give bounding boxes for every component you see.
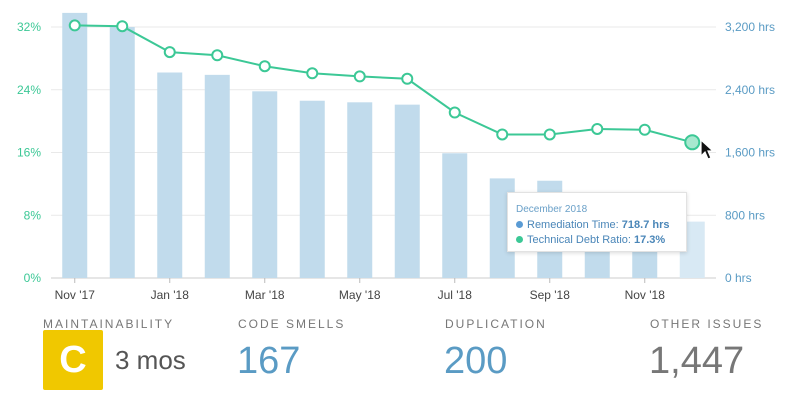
tooltip-row-remediation: Remediation Time: 718.7 hrs [516,219,678,231]
tooltip-remediation-value: 718.7 hrs [621,219,670,231]
y-left-tick-label: 8% [24,208,42,222]
debt-ratio-point [401,72,414,85]
remediation-bar [442,153,468,278]
debt-ratio-point [638,123,651,136]
duplication-value[interactable]: 200 [444,340,507,383]
code-smells-label: CODE SMELLS [238,317,346,331]
remediation-bar [204,74,230,278]
maintainability-value[interactable]: 3 mos [115,345,186,376]
y-right-tick-label: 1,600 hrs [725,146,775,160]
chart-tooltip: December 2018 Remediation Time: 718.7 hr… [507,192,687,252]
debt-ratio-point [496,128,509,141]
tooltip-date: December 2018 [516,204,588,215]
debt-ratio-point [353,70,366,83]
tooltip-debt-ratio-label: Technical Debt Ratio: [527,234,631,246]
remediation-bar [62,12,88,278]
y-right-tick-label: 0 hrs [725,271,752,285]
debt-ratio-point [306,67,319,80]
y-left-tick-label: 24% [17,83,41,97]
remediation-bar [109,27,135,278]
debt-ratio-point [116,20,129,33]
remediation-bar [394,104,420,278]
remediation-bar [347,102,373,278]
debt-ratio-point [211,49,224,62]
remediation-bar [157,72,183,279]
debt-ratio-point [591,122,604,135]
x-tick-label: May '18 [339,288,381,302]
other-issues-label: OTHER ISSUES [650,317,764,331]
debt-ratio-point-active [684,134,701,151]
x-tick-label: Mar '18 [245,288,285,302]
remediation-bar [299,100,325,278]
maintainability-grade-badge[interactable]: C [43,330,103,390]
y-right-tick-label: 800 hrs [725,208,765,222]
tooltip-row-debt-ratio: Technical Debt Ratio: 17.3% [516,234,678,246]
duplication-label: DUPLICATION [445,317,547,331]
y-left-tick-label: 0% [24,271,42,285]
y-left-tick-label: 16% [17,146,41,160]
x-tick-label: Sep '18 [530,288,571,302]
remediation-legend-dot-icon [516,221,523,228]
code-smells-value[interactable]: 167 [237,340,300,383]
debt-ratio-legend-dot-icon [516,236,523,243]
debt-ratio-point [68,19,81,32]
debt-ratio-point [163,46,176,59]
x-tick-label: Jan '18 [151,288,190,302]
y-left-tick-label: 32% [17,20,41,34]
x-tick-label: Nov '17 [55,288,96,302]
debt-ratio-point [258,60,271,73]
tooltip-debt-ratio-value: 17.3% [634,234,666,246]
mouse-pointer-icon [700,139,715,160]
debt-ratio-point [448,106,461,119]
x-tick-label: Jul '18 [438,288,473,302]
tooltip-remediation-label: Remediation Time: [527,219,619,231]
x-tick-label: Nov '18 [625,288,666,302]
maintainability-label: MAINTAINABILITY [43,317,175,331]
trend-chart[interactable]: 0% 0 hrs 8% 800 hrs 16% 1,600 hrs 24% 2,400 hrs… [0,0,800,310]
y-right-tick-label: 2,400 hrs [725,83,775,97]
other-issues-value[interactable]: 1,447 [649,340,744,383]
y-right-tick-label: 3,200 hrs [725,20,775,34]
remediation-bar [252,91,278,278]
debt-ratio-point [543,128,556,141]
